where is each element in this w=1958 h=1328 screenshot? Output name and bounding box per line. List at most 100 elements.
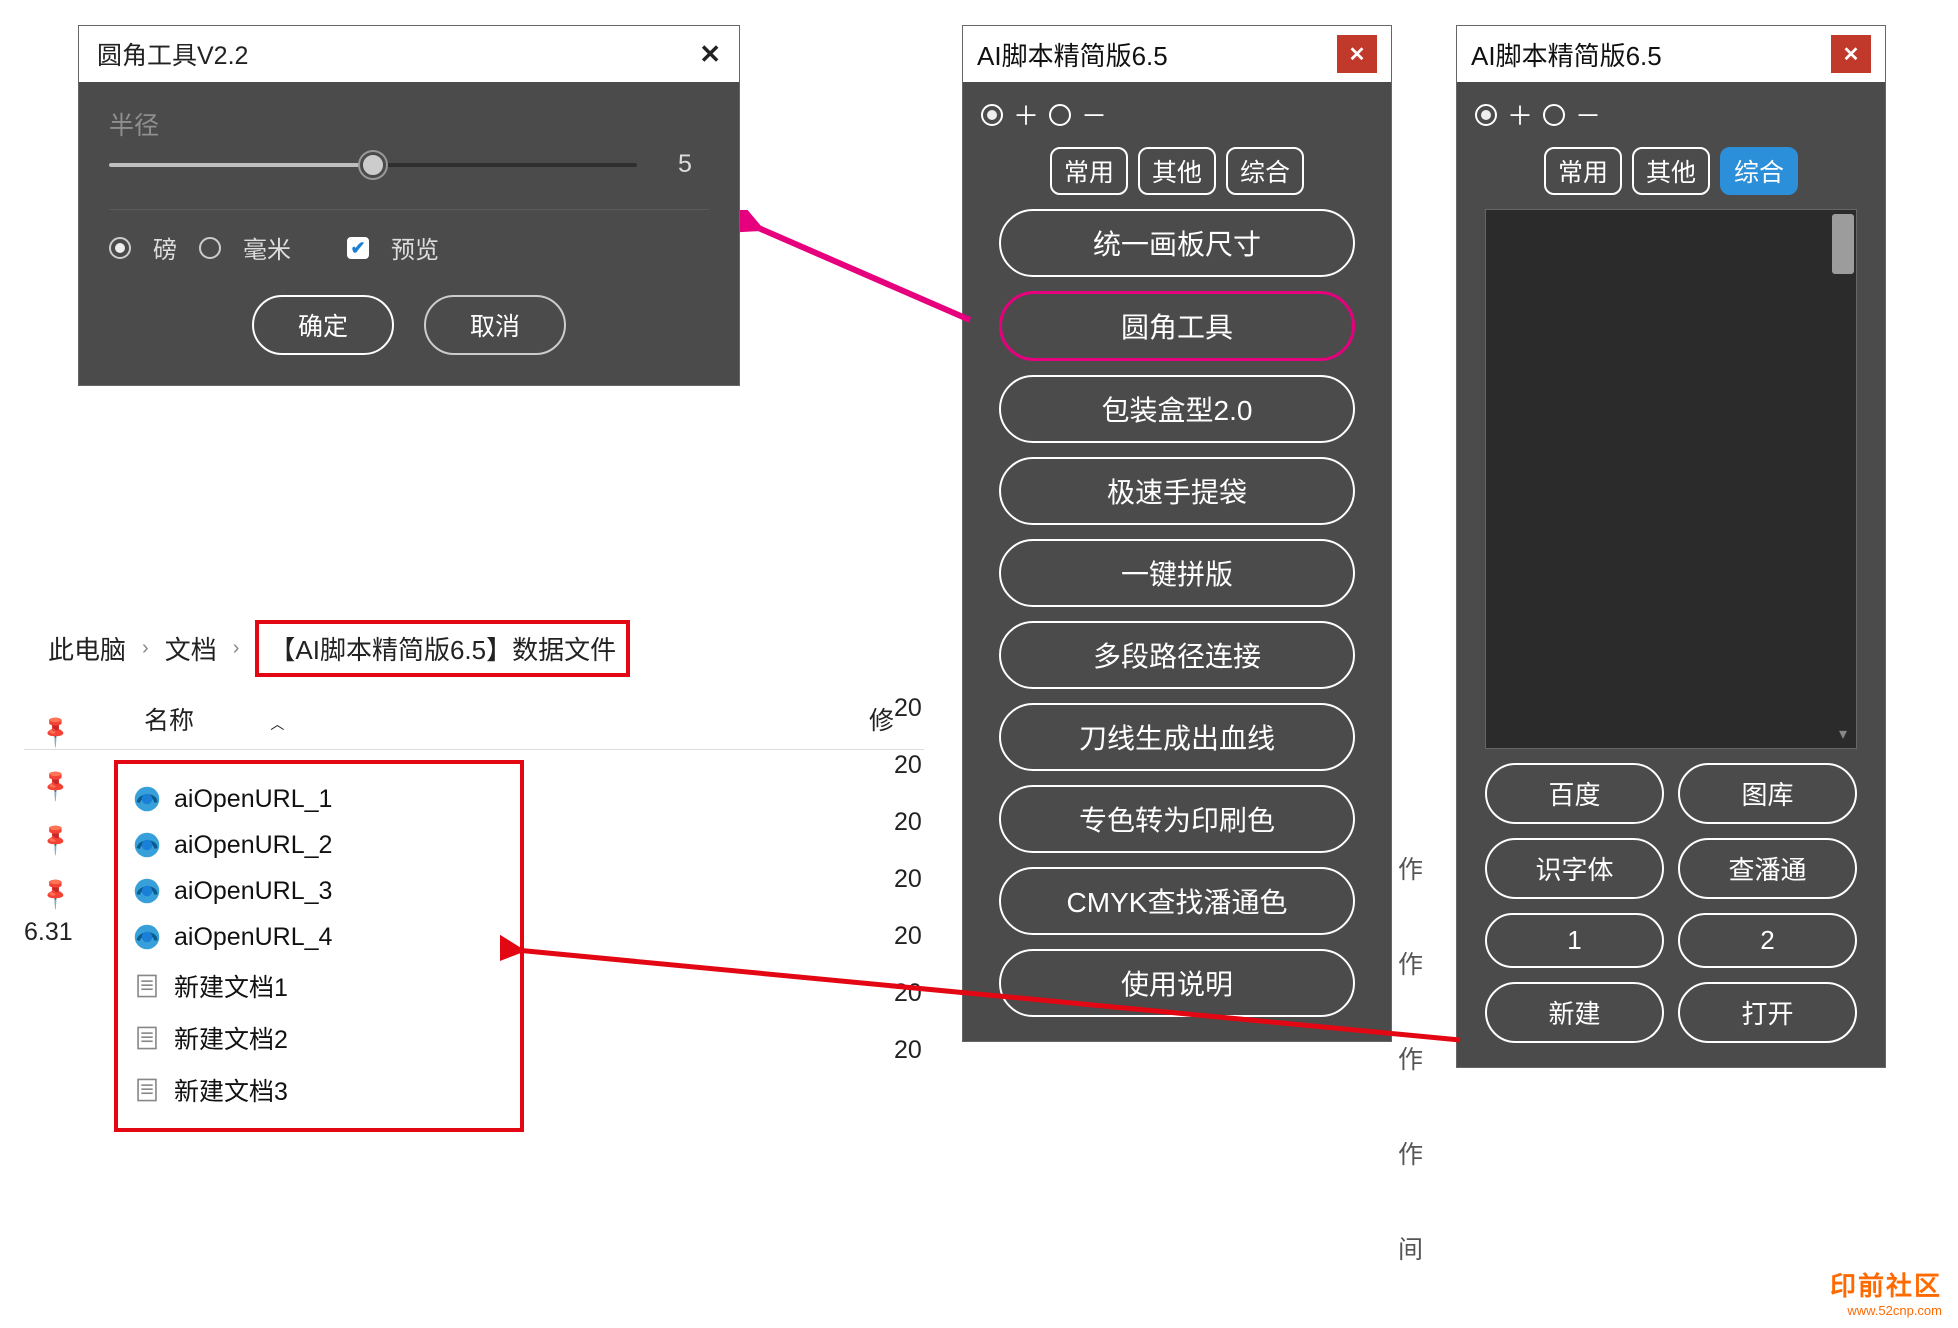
tab-常用[interactable]: 常用 [1050,147,1128,195]
text-file-icon [132,1023,162,1053]
preview-label: 预览 [391,230,439,265]
unit-pound-radio[interactable] [109,237,131,259]
close-icon[interactable]: ✕ [1831,35,1871,73]
truncated-char: 间 [1398,1230,1423,1266]
tab-综合[interactable]: 综合 [1720,147,1798,195]
tool-button[interactable]: 使用说明 [999,949,1355,1017]
pin-icon[interactable]: 📌 [37,820,75,858]
pin-icon[interactable]: 📌 [37,766,75,804]
file-date: 20 [894,1036,922,1065]
minus-label: － [1575,96,1601,133]
quick-button[interactable]: 1 [1485,913,1664,968]
file-name: aiOpenURL_1 [174,785,332,814]
watermark-text: 印前社区 [1830,1266,1942,1303]
file-row[interactable]: aiOpenURL_3 [132,868,506,914]
file-name: aiOpenURL_4 [174,923,332,952]
tab-常用[interactable]: 常用 [1544,147,1622,195]
tab-其他[interactable]: 其他 [1138,147,1216,195]
tool-button[interactable]: 多段路径连接 [999,621,1355,689]
quick-button[interactable]: 打开 [1678,982,1857,1043]
file-row[interactable]: 新建文档3 [132,1064,506,1116]
file-date: 20 [894,865,922,894]
text-file-icon [132,971,162,1001]
tab-其他[interactable]: 其他 [1632,147,1710,195]
close-icon[interactable]: ✕ [699,39,721,70]
preview-checkbox[interactable] [347,237,369,259]
mode-row: ＋ － [1473,96,1601,133]
file-name: 新建文档2 [174,1020,288,1056]
version-fragment: 6.31 [24,918,73,947]
file-row[interactable]: aiOpenURL_2 [132,822,506,868]
file-name: 新建文档1 [174,968,288,1004]
arrow-annotation [740,210,980,350]
tool-button[interactable]: 专色转为印刷色 [999,785,1355,853]
panel-title: AI脚本精简版6.5 [1471,36,1662,73]
slider-thumb-icon[interactable] [360,152,386,178]
tool-button[interactable]: 极速手提袋 [999,457,1355,525]
dialog-titlebar[interactable]: 圆角工具V2.2 ✕ [79,26,739,82]
panel-title: AI脚本精简版6.5 [977,36,1168,73]
date-column: 20202020202020 [894,694,922,1065]
tool-button[interactable]: 刀线生成出血线 [999,703,1355,771]
panel-titlebar[interactable]: AI脚本精简版6.5 ✕ [963,26,1391,82]
mode-plus-radio[interactable] [1475,104,1497,126]
scrollbar-thumb[interactable] [1832,214,1854,274]
mode-minus-radio[interactable] [1049,104,1071,126]
file-name: aiOpenURL_2 [174,831,332,860]
file-row[interactable]: 新建文档2 [132,1012,506,1064]
unit-mm-radio[interactable] [199,237,221,259]
custom-script-list[interactable]: ▴ ▾ [1485,209,1857,749]
edge-icon [132,830,162,860]
radius-label: 半径 [109,106,709,142]
tool-button[interactable]: CMYK查找潘通色 [999,867,1355,935]
panel-titlebar[interactable]: AI脚本精简版6.5 ✕ [1457,26,1885,82]
quick-button[interactable]: 识字体 [1485,838,1664,899]
mode-minus-radio[interactable] [1543,104,1565,126]
watermark-url: www.52cnp.com [1830,1303,1942,1318]
radius-slider[interactable] [109,163,637,167]
crumb-docs[interactable]: 文档 [165,630,217,667]
ok-button[interactable]: 确定 [252,295,394,355]
file-date: 20 [894,694,922,723]
file-row[interactable]: aiOpenURL_1 [132,776,506,822]
quick-button[interactable]: 查潘通 [1678,838,1857,899]
col-name[interactable]: 名称 [144,707,194,735]
truncated-char: 作 [1398,945,1423,981]
quick-pins: 📌 📌 📌 📌 [42,718,69,906]
col-modified[interactable]: 修 [869,701,894,737]
unit-pound-label: 磅 [153,230,177,265]
pin-icon[interactable]: 📌 [37,874,75,912]
quick-button[interactable]: 新建 [1485,982,1664,1043]
quick-grid: 百度图库识字体查潘通 12 新建打开 [1485,763,1857,1043]
quick-button[interactable]: 2 [1678,913,1857,968]
minus-label: － [1081,96,1107,133]
breadcrumb[interactable]: 此电脑 › 文档 › 【AI脚本精简版6.5】数据文件 [24,608,924,689]
column-headers[interactable]: 名称 ︿ 修 [24,689,924,750]
file-row[interactable]: aiOpenURL_4 [132,914,506,960]
crumb-folder[interactable]: 【AI脚本精简版6.5】数据文件 [255,620,630,677]
tool-button[interactable]: 包装盒型2.0 [999,375,1355,443]
plus-label: ＋ [1507,96,1533,133]
cancel-button[interactable]: 取消 [424,295,566,355]
sort-asc-icon[interactable]: ︿ [270,716,284,732]
file-explorer: 此电脑 › 文档 › 【AI脚本精简版6.5】数据文件 名称 ︿ 修 📌 📌 📌… [24,608,924,1132]
tab-综合[interactable]: 综合 [1226,147,1304,195]
truncated-char: 作 [1398,1135,1423,1171]
quick-button[interactable]: 百度 [1485,763,1664,824]
unit-mm-label: 毫米 [243,230,291,265]
radius-value: 5 [661,150,709,179]
quick-button[interactable]: 图库 [1678,763,1857,824]
tool-button[interactable]: 统一画板尺寸 [999,209,1355,277]
tab-row: 常用其他综合 [1050,147,1304,195]
file-date: 20 [894,808,922,837]
file-row[interactable]: 新建文档1 [132,960,506,1012]
close-icon[interactable]: ✕ [1337,35,1377,73]
pin-icon[interactable]: 📌 [37,712,75,750]
mode-plus-radio[interactable] [981,104,1003,126]
text-file-icon [132,1075,162,1105]
tool-button[interactable]: 圆角工具 [999,291,1355,361]
file-list: aiOpenURL_1 aiOpenURL_2 aiOpenURL_3 aiOpenU… [114,760,524,1132]
crumb-pc[interactable]: 此电脑 [48,630,126,667]
scroll-down-icon[interactable]: ▾ [1832,724,1854,746]
tool-button[interactable]: 一键拼版 [999,539,1355,607]
